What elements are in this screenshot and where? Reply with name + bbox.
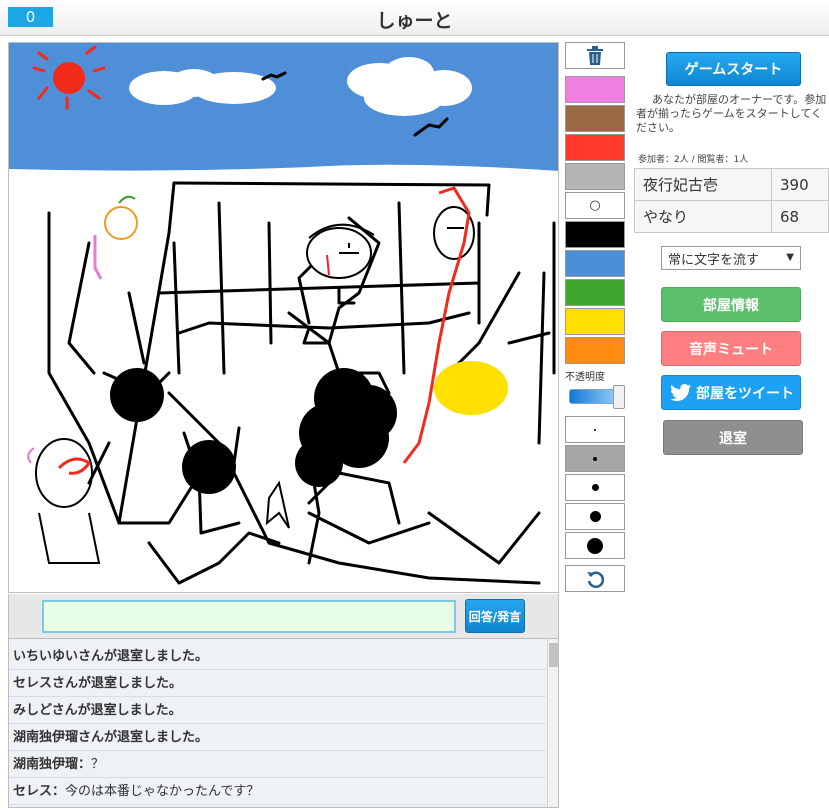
color-swatch[interactable]: [565, 221, 625, 248]
leave-room-button[interactable]: 退室: [663, 420, 803, 455]
answer-input[interactable]: [42, 600, 456, 633]
pen-size-button[interactable]: [565, 416, 625, 443]
player-score: 390: [771, 168, 829, 201]
undo-button[interactable]: [565, 565, 625, 592]
pen-size-button[interactable]: [565, 503, 625, 530]
orange-shape: [104, 195, 138, 240]
color-swatch[interactable]: [565, 279, 625, 306]
player-row: やなり 68: [634, 200, 829, 233]
player-name: 夜行妃古壱: [634, 168, 772, 201]
chat-text: セレスさんが退室しました。: [13, 676, 183, 691]
participant-counts: 参加者：2人 / 閲覧者：1人: [638, 155, 749, 165]
pen-size-dot-icon: [591, 484, 599, 491]
black-blob: [295, 368, 397, 487]
chat-author: 湖南独伊瑠：: [13, 757, 92, 772]
chat-message: セレスさんが退室しました。: [9, 670, 546, 697]
chat-message: みしどさんが退室しました。: [9, 697, 546, 724]
black-circle-left: [110, 368, 164, 422]
top-figure: [306, 223, 375, 279]
color-swatch[interactable]: [565, 337, 625, 364]
opacity-track[interactable]: [569, 389, 619, 404]
pen-size-dot-icon: [587, 537, 603, 554]
color-swatch[interactable]: [565, 163, 625, 190]
tweet-button-label: 部屋をツイート: [696, 385, 794, 402]
opacity-thumb[interactable]: [613, 385, 625, 409]
game-start-button[interactable]: ゲームスタート: [666, 52, 801, 86]
chat-message: いちいゆいさんが退室しました。: [9, 643, 546, 670]
message-mode-select[interactable]: 常に文字を流す ▼: [661, 246, 801, 270]
pen-size-dot-icon: [589, 511, 601, 522]
drawing-illustration[interactable]: [9, 43, 559, 593]
trash-icon: [587, 45, 603, 65]
pen-size-button[interactable]: [565, 532, 625, 559]
top-bar: 0 しゅーと: [0, 0, 829, 36]
clear-canvas-button[interactable]: [565, 42, 625, 69]
chat-text: みしどさんが退室しました。: [13, 703, 182, 718]
chat-author: セレス：: [13, 784, 66, 799]
player-table: 夜行妃古壱 390 やなり 68: [634, 168, 829, 233]
chat-text: 湖南独伊瑠さんが退室しました。: [13, 730, 209, 745]
room-info-button[interactable]: 部屋情報: [661, 287, 801, 322]
color-swatch[interactable]: [565, 134, 625, 161]
pink-line: [93, 235, 103, 280]
player-row: 夜行妃古壱 390: [634, 168, 829, 201]
color-swatch[interactable]: [565, 76, 625, 103]
pen-size-dot-icon: [593, 456, 597, 461]
chat-message: 湖南独伊瑠：？: [9, 751, 546, 778]
yellow-oval: [434, 361, 508, 415]
pen-size-dot-icon: [594, 428, 596, 431]
opacity-slider[interactable]: [569, 385, 625, 409]
chat-message: 湖南独伊瑠さんが退室しました。: [9, 724, 546, 751]
pen-size-button[interactable]: [565, 474, 625, 501]
chat-text: いちいゆいさんが退室しました。: [13, 649, 209, 664]
tweet-button[interactable]: 部屋をツイート: [661, 375, 801, 410]
right-figure: [402, 186, 475, 464]
drawing-canvas[interactable]: [8, 42, 559, 593]
black-circle-mid: [182, 440, 236, 494]
white-swatch-mark: ○: [589, 198, 601, 213]
chat-scrollbar-thumb[interactable]: [549, 643, 558, 667]
twitter-bird-icon: [670, 384, 692, 402]
chevron-down-icon: ▼: [786, 252, 794, 263]
answer-bar: 回答/発言: [8, 594, 559, 638]
player-score: 68: [771, 200, 829, 233]
chat-message: セレス：今のは本番じゃなかったんです？: [9, 778, 546, 805]
chat-scrollbar[interactable]: [547, 639, 558, 807]
mute-button[interactable]: 音声ミュート: [661, 331, 801, 366]
chat-text: 今のは本番じゃなかったんです？: [65, 784, 260, 799]
pen-size-button[interactable]: [565, 445, 625, 472]
page-title: しゅーと: [376, 10, 453, 32]
player-name: やなり: [634, 200, 772, 233]
sky-area: [9, 43, 558, 171]
owner-message: あなたが部屋のオーナーです。参加者が揃ったらゲームをスタートしてください。: [636, 93, 827, 134]
color-swatch[interactable]: [565, 105, 625, 132]
small-sketch: [265, 480, 290, 529]
undo-icon: [587, 571, 604, 588]
opacity-label: 不透明度: [565, 372, 605, 383]
color-swatch[interactable]: [565, 308, 625, 335]
message-mode-value: 常に文字を流す: [668, 252, 760, 268]
answer-submit-button[interactable]: 回答/発言: [465, 599, 525, 633]
color-swatch[interactable]: ○: [565, 192, 625, 219]
chat-log[interactable]: いちいゆいさんが退室しました。 セレスさんが退室しました。 みしどさんが退室しました…: [8, 638, 559, 808]
color-swatch[interactable]: [565, 250, 625, 277]
bottom-left-figure: [27, 438, 101, 564]
chat-text: ？: [91, 757, 105, 772]
